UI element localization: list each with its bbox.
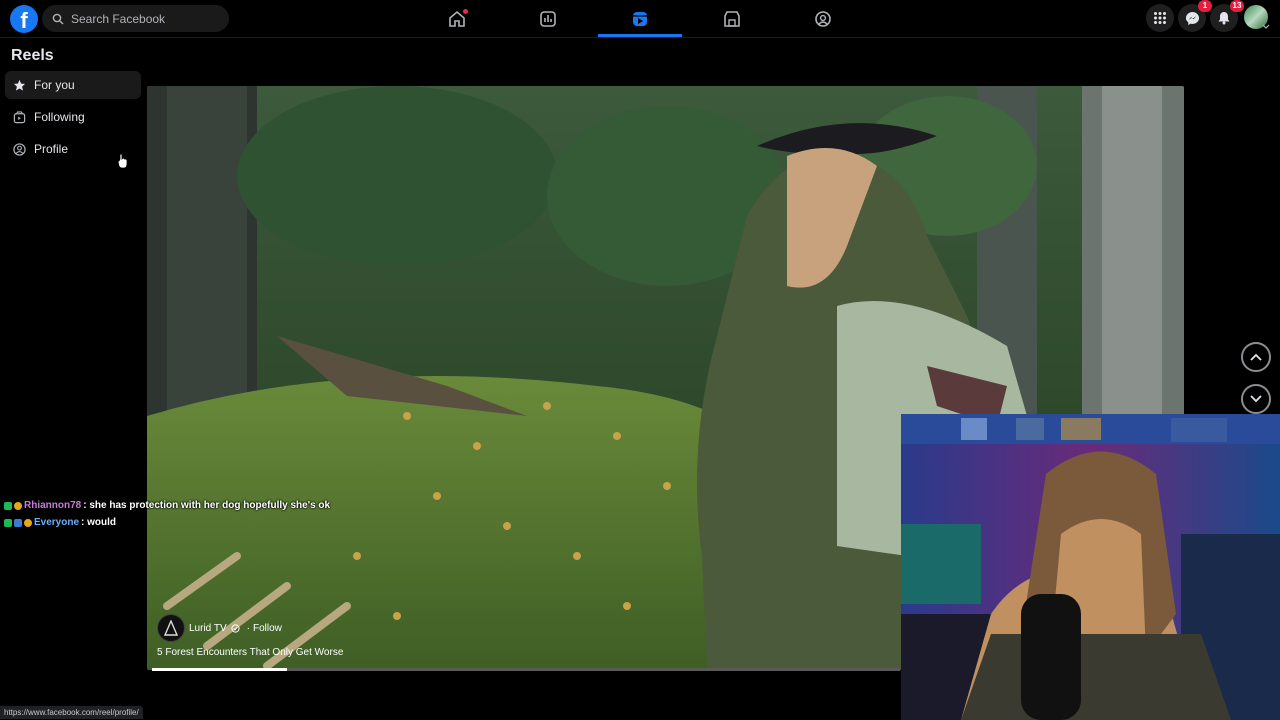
video-progress-bar[interactable] [152, 668, 900, 671]
chat-message: Rhiannon78 : she has protection with her… [4, 500, 330, 511]
nav-marketplace[interactable] [702, 0, 762, 37]
video-progress-fill [152, 668, 287, 671]
creator-logo-icon [163, 620, 179, 636]
gold-badge-icon [14, 501, 22, 510]
sidebar-item-for-you[interactable]: For you [5, 71, 141, 99]
chevron-up-icon [1250, 353, 1262, 361]
top-navigation-bar: f 1 13 [0, 0, 1280, 38]
messenger-badge: 1 [1198, 0, 1212, 12]
sidebar-item-following[interactable]: Following [5, 103, 141, 131]
separator-dot: · [246, 622, 250, 634]
next-reel-button[interactable] [1241, 384, 1271, 414]
menu-button[interactable] [1146, 4, 1174, 32]
reels-heading: Reels [11, 47, 54, 64]
chat-text: : would [81, 517, 117, 528]
creator-name[interactable]: Lurid TV [189, 623, 227, 634]
marketplace-icon [724, 10, 740, 27]
messenger-icon [1185, 11, 1199, 25]
star-icon [13, 79, 26, 91]
chevron-down-icon [1250, 395, 1262, 403]
mouse-cursor-icon [117, 153, 128, 169]
profile-icon [13, 142, 26, 156]
sidebar-item-label: Profile [34, 142, 69, 156]
mod-badge-icon [4, 501, 12, 510]
facebook-logo[interactable]: f [10, 5, 38, 33]
notifications-badge: 13 [1230, 0, 1244, 12]
webcam-frame [901, 414, 1280, 720]
chat-message: Everyone : would [4, 517, 116, 528]
creator-avatar[interactable] [157, 614, 185, 642]
active-tab-indicator [598, 34, 682, 37]
messenger-button[interactable]: 1 [1178, 0, 1212, 32]
account-chevron-icon[interactable] [1262, 24, 1270, 30]
streamer-webcam [901, 414, 1280, 720]
chat-username: Rhiannon78 [24, 500, 82, 511]
follow-button[interactable]: Follow [253, 623, 282, 634]
nav-reels[interactable] [610, 0, 670, 37]
sidebar-item-label: Following [34, 110, 85, 124]
video-icon [540, 10, 556, 27]
nav-home[interactable] [427, 0, 487, 37]
verified-icon [231, 623, 240, 633]
gold-badge-icon [24, 518, 32, 527]
following-icon [13, 110, 26, 123]
notifications-button[interactable]: 13 [1210, 0, 1244, 32]
search-box[interactable] [42, 5, 229, 32]
sidebar-item-label: For you [34, 78, 75, 92]
sub-badge-icon [14, 518, 22, 527]
mod-badge-icon [4, 518, 12, 527]
search-input[interactable] [69, 10, 223, 27]
reel-caption: 5 Forest Encounters That Only Get Worse [157, 647, 344, 658]
previous-reel-button[interactable] [1241, 342, 1271, 372]
nav-groups[interactable] [793, 0, 853, 37]
bell-icon [1218, 12, 1230, 25]
chat-text: : she has protection with her dog hopefu… [83, 500, 331, 511]
chat-username: Everyone [34, 517, 80, 528]
grid-menu-icon [1154, 12, 1166, 24]
facebook-logo-letter: f [20, 8, 28, 33]
reel-creator: Lurid TV · Follow [157, 614, 282, 642]
search-icon [52, 13, 64, 24]
groups-icon [815, 10, 831, 27]
reels-icon [633, 11, 647, 26]
status-bar-url: https://www.facebook.com/reel/profile/ [0, 706, 143, 719]
nav-video[interactable] [518, 0, 578, 37]
home-notification-dot [463, 9, 468, 14]
